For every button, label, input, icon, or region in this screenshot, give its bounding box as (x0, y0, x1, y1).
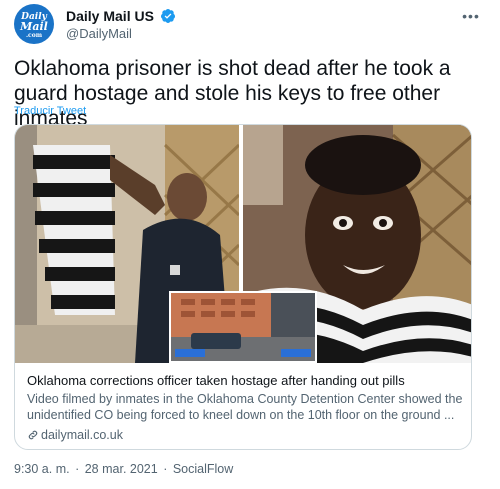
author-names: Daily Mail US @DailyMail (66, 7, 176, 43)
link-card[interactable]: Oklahoma corrections officer taken hosta… (14, 124, 472, 450)
avatar-logo-line2: Mail (20, 20, 48, 33)
handle[interactable]: @DailyMail (66, 25, 176, 43)
tweet-time[interactable]: 9:30 a. m. (14, 462, 70, 476)
display-name[interactable]: Daily Mail US (66, 7, 154, 25)
tweet-header: Daily Mail .com Daily Mail US @DailyMail… (14, 4, 486, 44)
avatar-logo: Daily Mail .com (14, 13, 54, 40)
card-domain-text[interactable]: dailymail.co.uk (41, 428, 123, 442)
card-description: Video filmed by inmates in the Oklahoma … (27, 392, 463, 422)
avatar[interactable]: Daily Mail .com (14, 4, 54, 44)
link-icon (28, 430, 38, 440)
tweet-text: Oklahoma prisoner is shot dead after he … (14, 57, 451, 130)
card-text[interactable]: Oklahoma corrections officer taken hosta… (27, 373, 463, 443)
meta-separator: · (163, 462, 168, 476)
tweet[interactable]: Daily Mail .com Daily Mail US @DailyMail… (0, 0, 500, 489)
tweet-date[interactable]: 28 mar. 2021 (85, 462, 158, 476)
verified-badge-icon (161, 9, 176, 23)
tweet-source[interactable]: SocialFlow (173, 462, 233, 476)
tweet-meta: 9:30 a. m. · 28 mar. 2021 · SocialFlow (14, 462, 233, 476)
card-photo-inset (169, 291, 317, 363)
card-domain[interactable]: dailymail.co.uk (27, 427, 463, 443)
translate-tweet-link[interactable]: Traducir Tweet (14, 105, 86, 117)
card-image[interactable] (15, 125, 471, 363)
meta-separator: · (75, 462, 80, 476)
more-options-icon[interactable]: ••• (460, 8, 482, 24)
card-title[interactable]: Oklahoma corrections officer taken hosta… (27, 373, 463, 389)
avatar-logo-line3: .com (25, 32, 43, 39)
